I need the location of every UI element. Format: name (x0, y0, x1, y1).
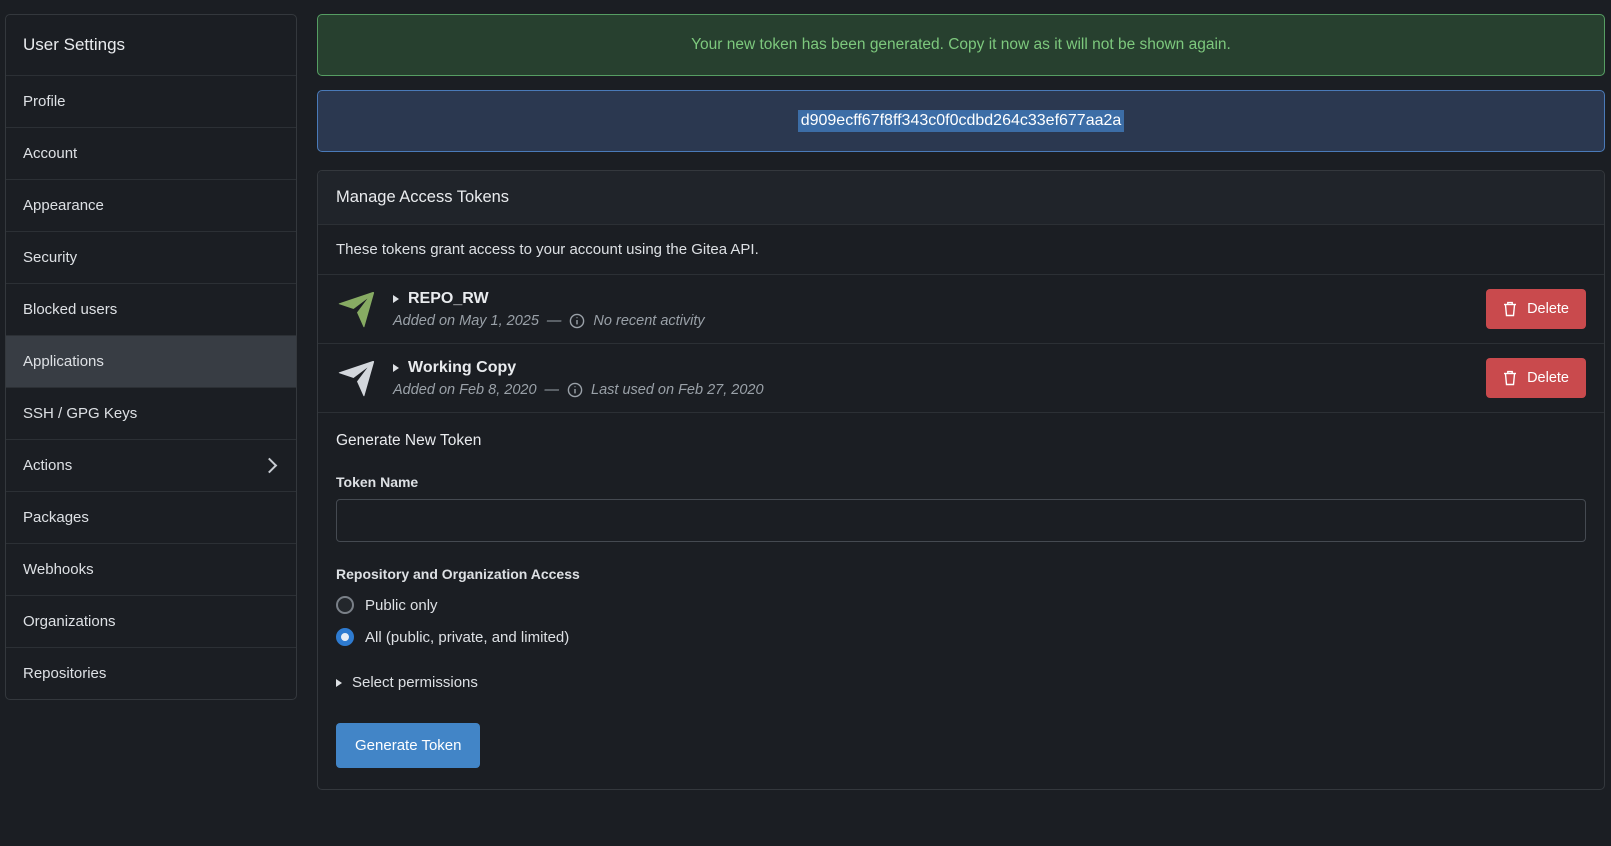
info-icon (569, 313, 585, 329)
sidebar-item-security[interactable]: Security (6, 232, 296, 284)
radio-option-all[interactable]: All (public, private, and limited) (336, 628, 1586, 646)
access-scope-label: Repository and Organization Access (336, 566, 1586, 582)
sidebar-item-profile[interactable]: Profile (6, 76, 296, 128)
info-icon (567, 382, 583, 398)
token-info: Working Copy Added on Feb 8, 2020 — Last… (393, 359, 1471, 398)
token-expand-toggle[interactable]: REPO_RW (393, 290, 1471, 308)
sidebar-item-packages[interactable]: Packages (6, 492, 296, 544)
generate-token-section: Generate New Token Token Name Repository… (318, 413, 1604, 789)
token-added-date: Added on May 1, 2025 (393, 313, 539, 329)
paper-plane-icon (336, 357, 378, 399)
token-expand-toggle[interactable]: Working Copy (393, 359, 1471, 377)
sidebar-item-webhooks[interactable]: Webhooks (6, 544, 296, 596)
access-tokens-panel: Manage Access Tokens These tokens grant … (317, 170, 1605, 790)
sidebar-item-organizations[interactable]: Organizations (6, 596, 296, 648)
radio-unselected-icon[interactable] (336, 596, 354, 614)
token-row: REPO_RW Added on May 1, 2025 — No recent… (318, 275, 1604, 344)
radio-option-public-only[interactable]: Public only (336, 596, 1586, 614)
new-token-display: d909ecff67f8ff343c0f0cdbd264c33ef677aa2a (317, 90, 1605, 152)
token-name: REPO_RW (408, 290, 489, 308)
success-banner: Your new token has been generated. Copy … (317, 14, 1605, 76)
settings-sidebar: User Settings Profile Account Appearance… (5, 14, 297, 700)
collapse-arrow-icon (336, 679, 342, 687)
delete-token-button[interactable]: Delete (1486, 358, 1586, 398)
meta-separator: — (547, 313, 562, 329)
sidebar-item-appearance[interactable]: Appearance (6, 180, 296, 232)
token-info: REPO_RW Added on May 1, 2025 — No recent… (393, 290, 1471, 329)
select-permissions-toggle[interactable]: Select permissions (336, 674, 1586, 691)
token-meta: Added on Feb 8, 2020 — Last used on Feb … (393, 382, 1471, 398)
sidebar-item-actions[interactable]: Actions (6, 440, 296, 492)
token-added-date: Added on Feb 8, 2020 (393, 382, 537, 398)
paper-plane-icon (336, 288, 378, 330)
page: User Settings Profile Account Appearance… (0, 0, 1611, 790)
sidebar-title: User Settings (6, 15, 296, 76)
token-name: Working Copy (408, 359, 516, 377)
panel-description: These tokens grant access to your accoun… (318, 225, 1604, 275)
sidebar-item-repositories[interactable]: Repositories (6, 648, 296, 699)
success-message: Your new token has been generated. Copy … (691, 36, 1231, 54)
panel-title: Manage Access Tokens (318, 171, 1604, 225)
trash-icon (1503, 370, 1517, 386)
trash-icon (1503, 301, 1517, 317)
token-meta: Added on May 1, 2025 — No recent activit… (393, 313, 1471, 329)
collapse-arrow-icon (393, 295, 399, 303)
radio-selected-icon[interactable] (336, 628, 354, 646)
sidebar-item-account[interactable]: Account (6, 128, 296, 180)
token-activity: Last used on Feb 27, 2020 (591, 382, 764, 398)
delete-token-button[interactable]: Delete (1486, 289, 1586, 329)
sidebar-item-ssh-gpg-keys[interactable]: SSH / GPG Keys (6, 388, 296, 440)
token-name-input[interactable] (336, 499, 1586, 542)
main-content: Your new token has been generated. Copy … (317, 14, 1605, 790)
sidebar-item-applications[interactable]: Applications (6, 336, 296, 388)
chevron-right-icon (262, 458, 278, 474)
token-row: Working Copy Added on Feb 8, 2020 — Last… (318, 344, 1604, 413)
meta-separator: — (545, 382, 560, 398)
generate-token-title: Generate New Token (336, 432, 1586, 450)
generate-token-button[interactable]: Generate Token (336, 723, 480, 768)
collapse-arrow-icon (393, 364, 399, 372)
token-activity: No recent activity (593, 313, 704, 329)
token-name-label: Token Name (336, 474, 1586, 490)
token-value[interactable]: d909ecff67f8ff343c0f0cdbd264c33ef677aa2a (798, 110, 1125, 132)
sidebar-item-blocked-users[interactable]: Blocked users (6, 284, 296, 336)
